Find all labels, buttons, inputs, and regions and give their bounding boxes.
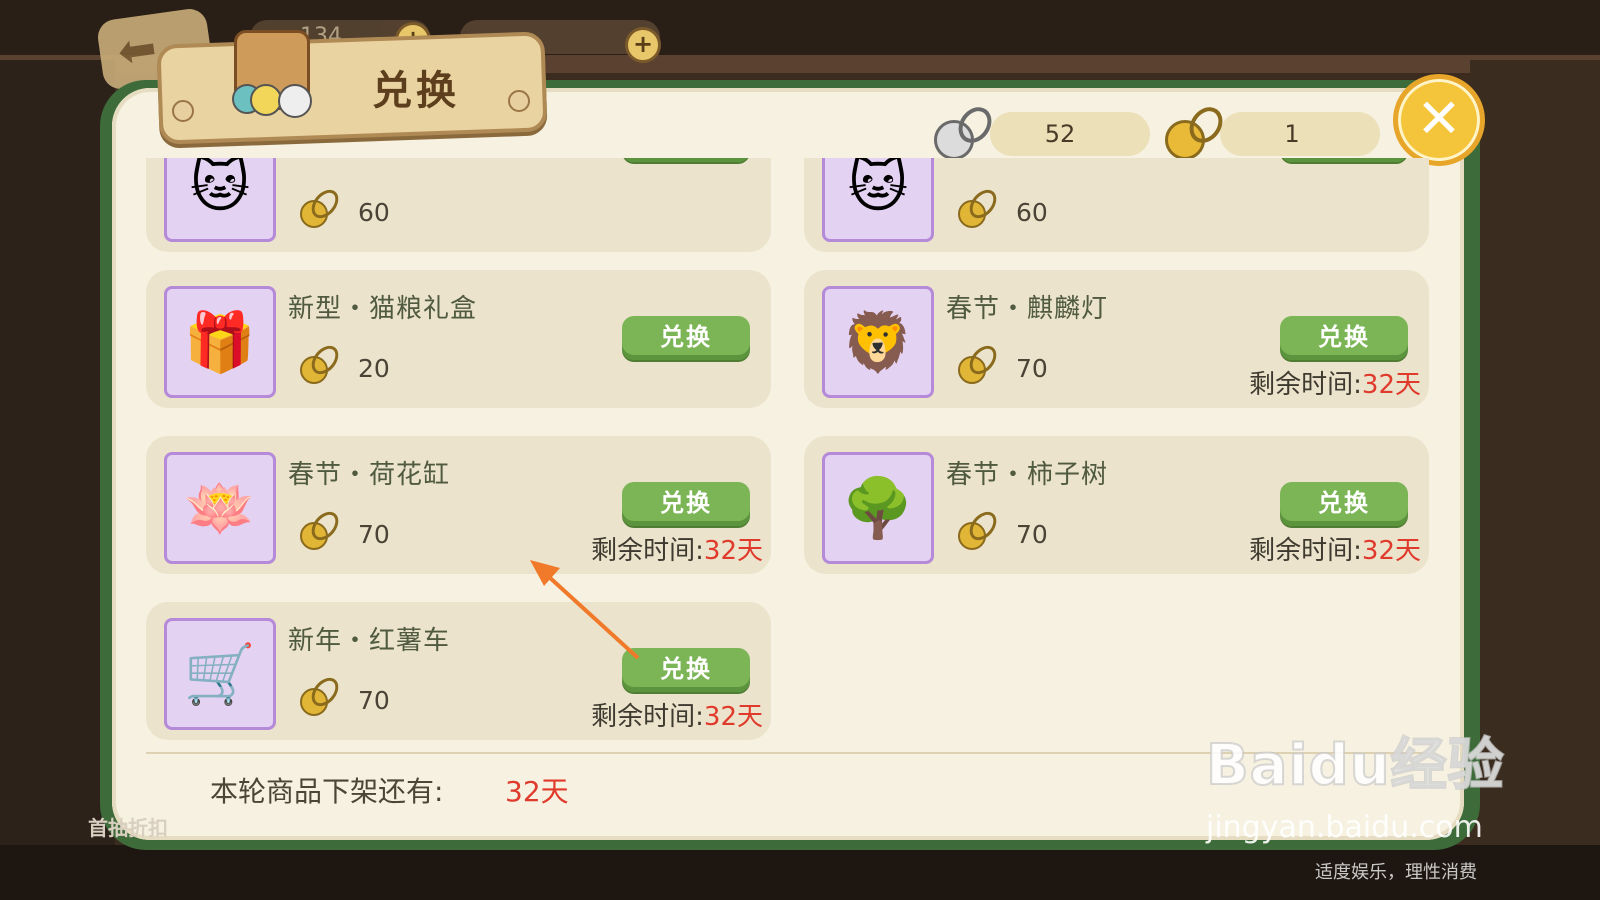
watermark-url: jingyan.baidu.com: [1206, 810, 1483, 845]
first-draw-discount-label: 首抽折扣: [88, 816, 168, 840]
watermark-note: 适度娱乐，理性消费: [1315, 862, 1477, 883]
watermark-logo: Baidu经验: [1205, 732, 1505, 799]
